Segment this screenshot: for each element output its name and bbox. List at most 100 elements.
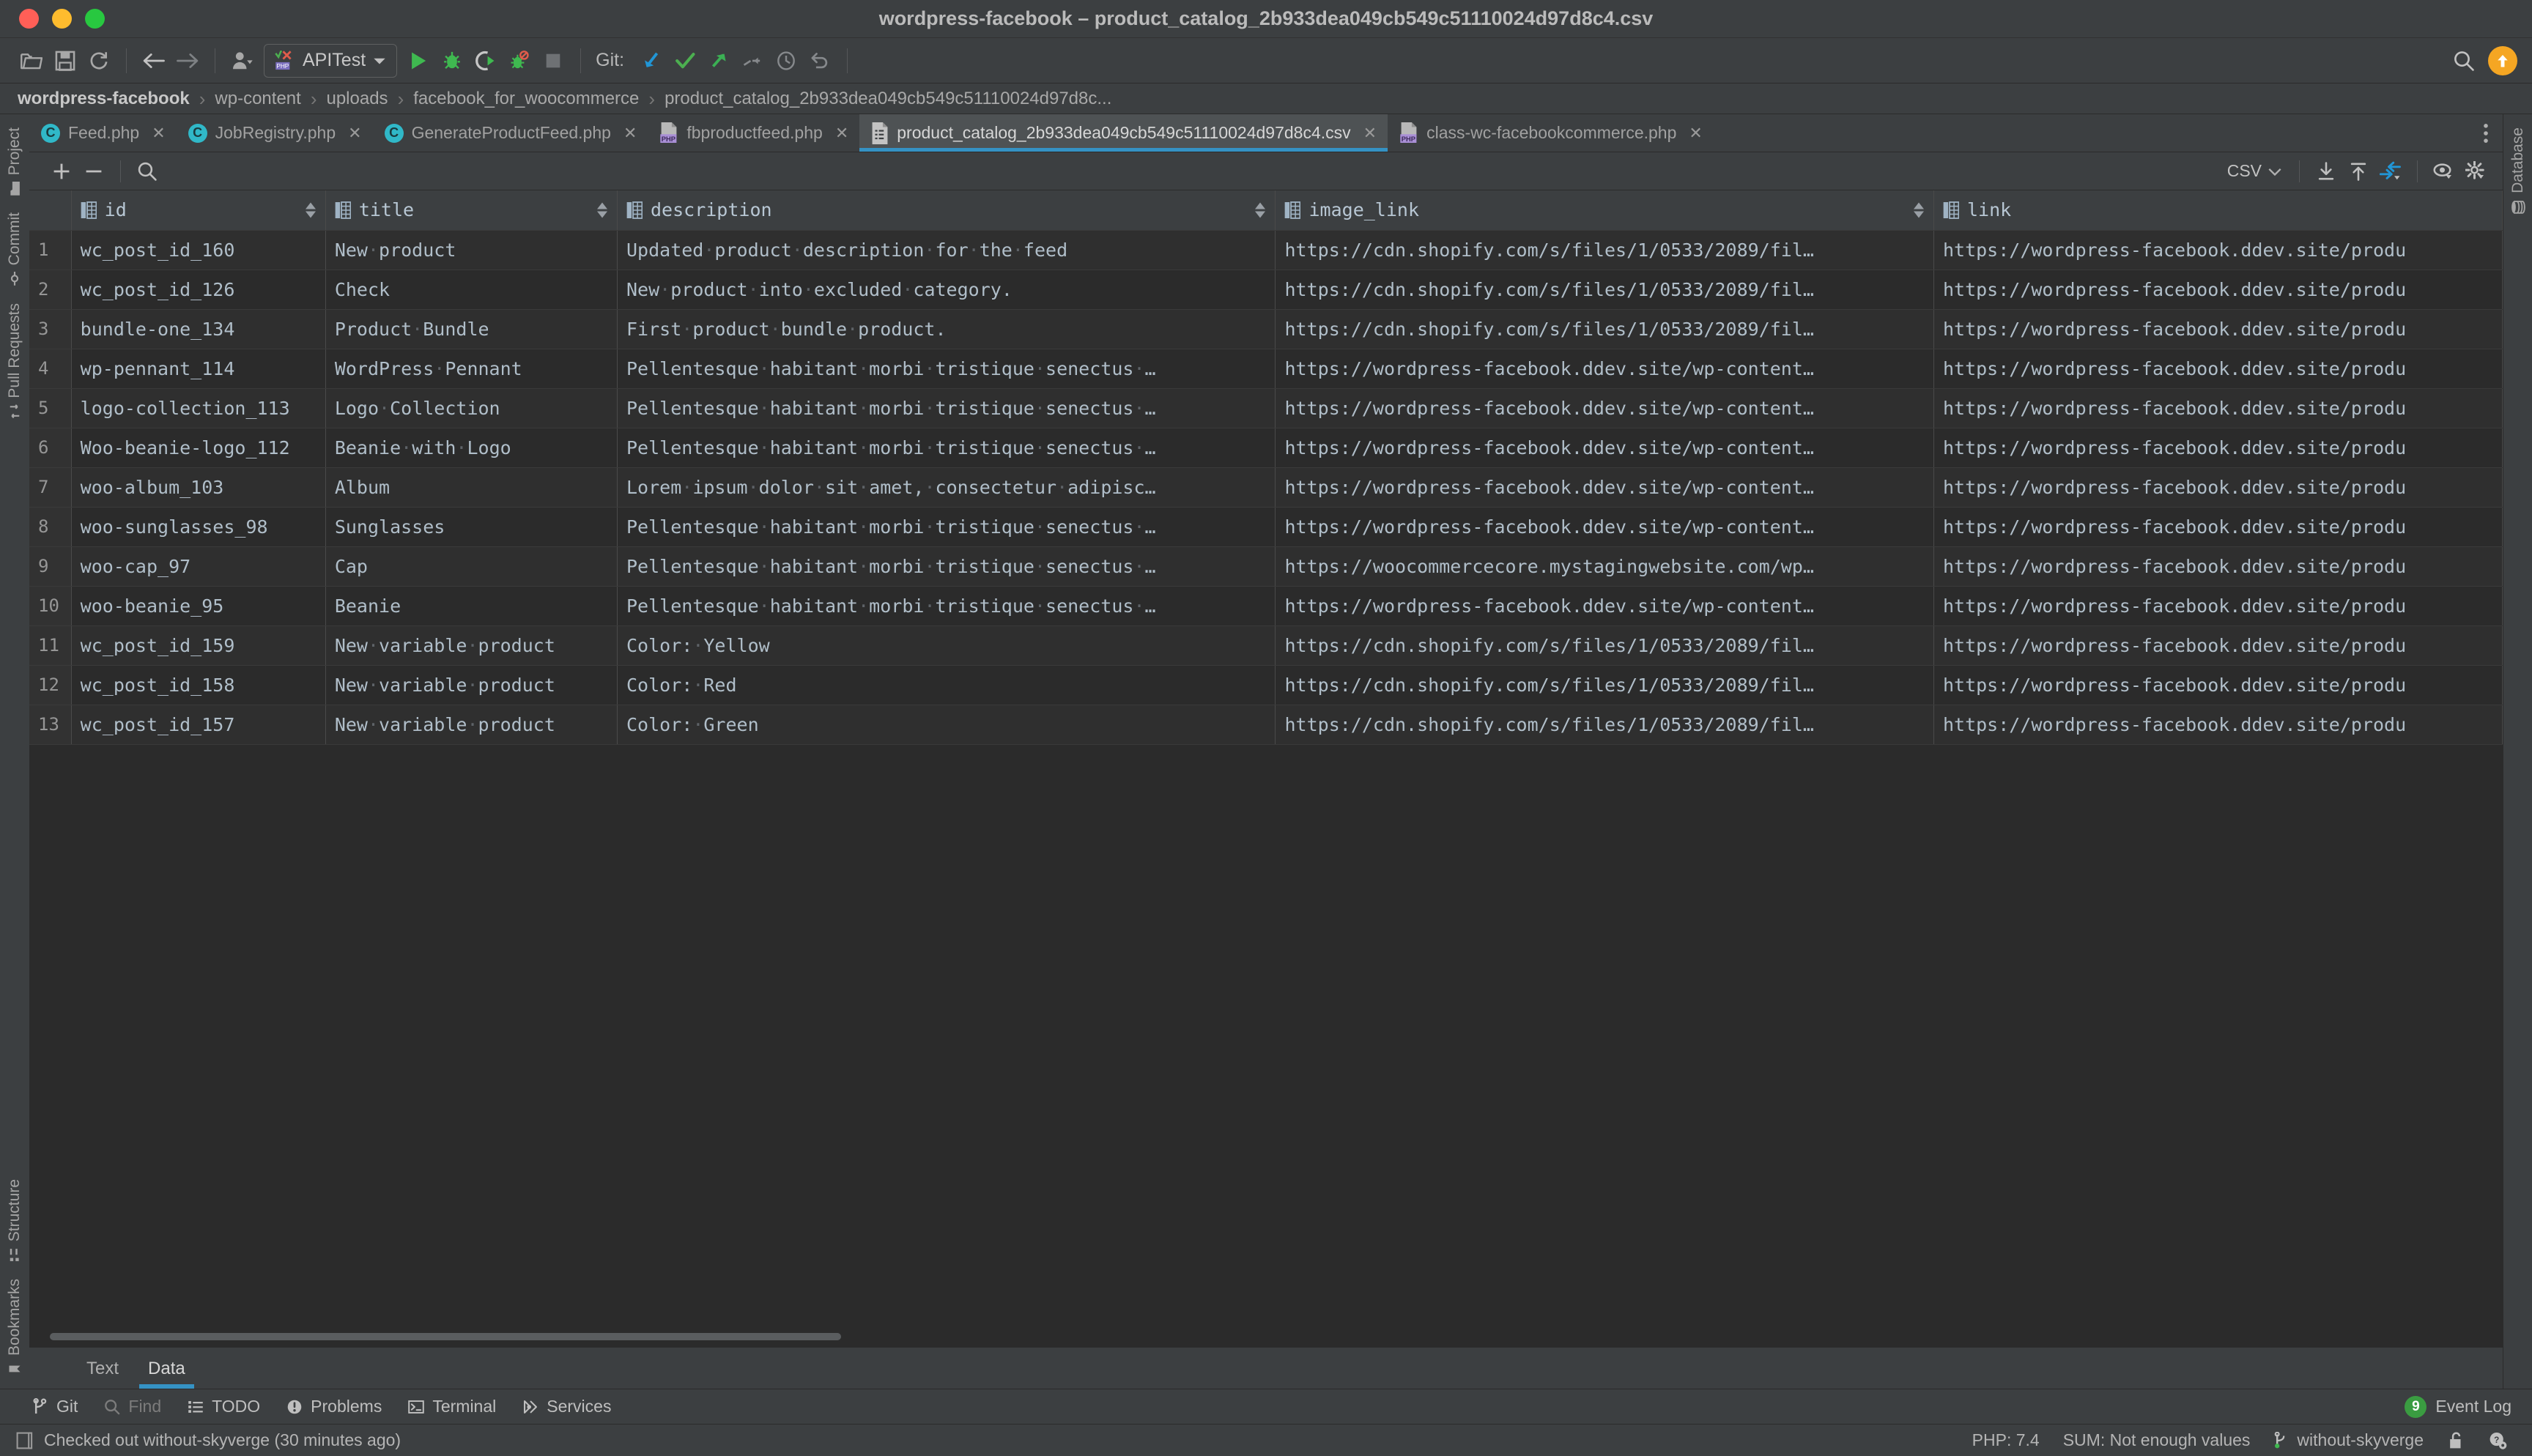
data-grid[interactable]: id title description image_link link 1 w… [29, 190, 2503, 1326]
stop-icon[interactable] [536, 44, 570, 78]
cell-title[interactable]: WordPress·Pennant [325, 349, 618, 389]
cell-description[interactable]: First·product·bundle·product. [617, 309, 1276, 349]
cell-id[interactable]: Woo-beanie-logo_112 [71, 428, 326, 468]
branch-indicator[interactable]: without-skyverge [2262, 1430, 2435, 1450]
cell-description[interactable]: New·product·into·excluded·category. [617, 270, 1276, 310]
search-icon[interactable] [131, 157, 163, 186]
row-number[interactable]: 3 [29, 309, 72, 349]
cell-link[interactable]: https://wordpress-facebook.ddev.site/pro… [1933, 270, 2503, 310]
cell-id[interactable]: wc_post_id_157 [71, 705, 326, 745]
cell-image-link[interactable]: https://wordpress-facebook.ddev.site/wp-… [1275, 428, 1934, 468]
profiler-icon[interactable] [226, 44, 259, 78]
cell-id[interactable]: woo-album_103 [71, 467, 326, 508]
table-row[interactable]: 13 wc_post_id_157 New·variable·product Colo… [29, 705, 2503, 745]
breadcrumb-item-0[interactable]: wordpress-facebook [18, 89, 190, 109]
table-row[interactable]: 1 wc_post_id_160 New·product Updated·produc… [29, 230, 2503, 270]
updates-available-icon[interactable] [2488, 45, 2517, 75]
toolwindow-services[interactable]: Services [509, 1391, 624, 1423]
column-header-link[interactable]: link [1933, 190, 2503, 231]
cell-link[interactable]: https://wordpress-facebook.ddev.site/pro… [1933, 665, 2503, 705]
toolwindow-terminal[interactable]: Terminal [395, 1391, 509, 1423]
row-number[interactable]: 9 [29, 546, 72, 587]
cell-link[interactable]: https://wordpress-facebook.ddev.site/pro… [1933, 705, 2503, 745]
row-number[interactable]: 1 [29, 230, 72, 270]
debug-icon[interactable] [435, 44, 469, 78]
row-number[interactable]: 4 [29, 349, 72, 389]
cell-title[interactable]: Beanie·with·Logo [325, 428, 618, 468]
breadcrumb-item-4[interactable]: product_catalog_2b933dea049cb549c5111002… [665, 89, 1111, 109]
horizontal-scrollbar[interactable] [29, 1326, 2503, 1348]
back-arrow-icon[interactable] [137, 44, 171, 78]
cell-title[interactable]: Beanie [325, 586, 618, 626]
cell-description[interactable]: Updated·product·description·for·the·feed [617, 230, 1276, 270]
sum-indicator[interactable]: SUM: Not enough values [2051, 1430, 2262, 1450]
table-row[interactable]: 12 wc_post_id_158 New·variable·product Colo… [29, 665, 2503, 705]
table-row[interactable]: 3 bundle-one_134 Product·Bundle First·produ… [29, 309, 2503, 349]
cell-description[interactable]: Pellentesque·habitant·morbi·tristique·se… [617, 546, 1276, 587]
help-icon[interactable]: ? [2476, 1431, 2519, 1450]
breadcrumb-item-1[interactable]: wp-content [215, 89, 300, 109]
cell-image-link[interactable]: https://cdn.shopify.com/s/files/1/0533/2… [1275, 625, 1934, 666]
close-icon[interactable]: ✕ [348, 124, 361, 143]
cell-image-link[interactable]: https://wordpress-facebook.ddev.site/wp-… [1275, 467, 1934, 508]
sync-icon[interactable] [82, 44, 116, 78]
row-number[interactable]: 12 [29, 665, 72, 705]
sidebar-item-bookmarks[interactable]: Bookmarks [3, 1271, 26, 1383]
row-number[interactable]: 10 [29, 586, 72, 626]
breadcrumb-item-3[interactable]: facebook_for_woocommerce [413, 89, 639, 109]
cell-id[interactable]: woo-cap_97 [71, 546, 326, 587]
cell-link[interactable]: https://wordpress-facebook.ddev.site/pro… [1933, 388, 2503, 428]
cell-link[interactable]: https://wordpress-facebook.ddev.site/pro… [1933, 546, 2503, 587]
cell-id[interactable]: wp-pennant_114 [71, 349, 326, 389]
sort-arrows-icon[interactable] [305, 202, 316, 218]
format-selector[interactable]: CSV [2220, 161, 2289, 181]
cell-image-link[interactable]: https://cdn.shopify.com/s/files/1/0533/2… [1275, 705, 1934, 745]
row-number[interactable]: 7 [29, 467, 72, 508]
row-number[interactable]: 13 [29, 705, 72, 745]
table-row[interactable]: 4 wp-pennant_114 WordPress·Pennant Pellente… [29, 349, 2503, 389]
sidebar-item-project[interactable]: Project [3, 120, 26, 202]
cell-description[interactable]: Pellentesque·habitant·morbi·tristique·se… [617, 586, 1276, 626]
sort-arrows-icon[interactable] [597, 202, 607, 218]
cell-id[interactable]: wc_post_id_159 [71, 625, 326, 666]
column-header-description[interactable]: description [617, 190, 1276, 231]
maximize-window-button[interactable] [85, 9, 105, 29]
table-row[interactable]: 6 Woo-beanie-logo_112 Beanie·with·Logo Pell… [29, 428, 2503, 468]
row-number[interactable]: 5 [29, 388, 72, 428]
close-icon[interactable]: ✕ [152, 124, 165, 143]
update-project-icon[interactable] [634, 44, 668, 78]
cell-image-link[interactable]: https://wordpress-facebook.ddev.site/wp-… [1275, 586, 1934, 626]
cell-description[interactable]: Pellentesque·habitant·morbi·tristique·se… [617, 349, 1276, 389]
cell-id[interactable]: wc_post_id_160 [71, 230, 326, 270]
cell-image-link[interactable]: https://woocommercecore.mystagingwebsite… [1275, 546, 1934, 587]
tab-data[interactable]: Data [133, 1359, 200, 1389]
sort-arrows-icon[interactable] [1255, 202, 1266, 218]
cell-image-link[interactable]: https://cdn.shopify.com/s/files/1/0533/2… [1275, 230, 1934, 270]
toolwindow-git[interactable]: Git [19, 1391, 91, 1423]
table-row[interactable]: 8 woo-sunglasses_98 Sunglasses Pellentesque… [29, 507, 2503, 547]
close-icon[interactable]: ✕ [1363, 124, 1377, 143]
cell-title[interactable]: Product·Bundle [325, 309, 618, 349]
cell-link[interactable]: https://wordpress-facebook.ddev.site/pro… [1933, 625, 2503, 666]
table-row[interactable]: 10 woo-beanie_95 Beanie Pellentesque·habita… [29, 586, 2503, 626]
save-icon[interactable] [48, 44, 82, 78]
tab-text[interactable]: Text [72, 1359, 133, 1389]
view-options-icon[interactable] [2428, 157, 2460, 186]
import-data-icon[interactable] [2310, 157, 2342, 186]
column-header-title[interactable]: title [325, 190, 618, 231]
row-number[interactable]: 2 [29, 270, 72, 310]
run-icon[interactable] [401, 44, 435, 78]
cell-description[interactable]: Pellentesque·habitant·morbi·tristique·se… [617, 388, 1276, 428]
add-row-icon[interactable] [45, 157, 78, 186]
cell-title[interactable]: Sunglasses [325, 507, 618, 547]
search-everywhere-icon[interactable] [2447, 44, 2481, 78]
cell-title[interactable]: Cap [325, 546, 618, 587]
php-version-indicator[interactable]: PHP: 7.4 [1961, 1430, 2051, 1450]
cell-link[interactable]: https://wordpress-facebook.ddev.site/pro… [1933, 230, 2503, 270]
row-number[interactable]: 11 [29, 625, 72, 666]
cell-title[interactable]: New·product [325, 230, 618, 270]
toolwindow-todo[interactable]: TODO [174, 1391, 273, 1423]
row-number[interactable]: 8 [29, 507, 72, 547]
cell-link[interactable]: https://wordpress-facebook.ddev.site/pro… [1933, 467, 2503, 508]
close-icon[interactable]: ✕ [835, 124, 848, 143]
